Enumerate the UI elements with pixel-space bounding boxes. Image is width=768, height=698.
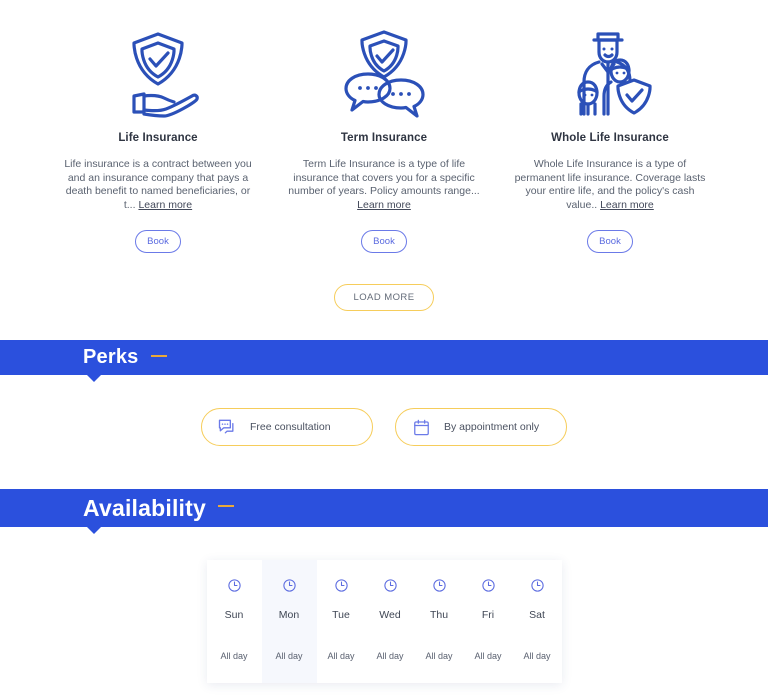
availability-day-sat[interactable]: Sat All day — [512, 560, 562, 683]
availability-hours: All day — [523, 651, 551, 661]
availability-day-label: Wed — [379, 609, 401, 621]
availability-banner: Availability — [0, 489, 768, 534]
availability-hours: All day — [327, 651, 355, 661]
clock-icon — [227, 578, 242, 598]
availability-heading: Availability — [83, 494, 206, 521]
service-card: Life Insurance Life insurance is a contr… — [60, 22, 256, 253]
availability-container: Sun All day Mon All day Tue All day Wed … — [0, 527, 768, 683]
calendar-icon — [411, 417, 431, 437]
service-description: Life insurance is a contract between you… — [60, 158, 256, 212]
availability-hours: All day — [220, 651, 248, 661]
clock-icon — [432, 578, 447, 598]
clock-icon — [282, 578, 297, 598]
perks-list: Free consultation By appointment only — [0, 375, 768, 446]
shield-hand-icon — [112, 22, 204, 122]
availability-day-wed[interactable]: Wed All day — [365, 560, 415, 683]
service-description: Term Life Insurance is a type of life in… — [286, 158, 482, 212]
heading-dash-icon — [150, 354, 167, 357]
load-more-button[interactable]: LOAD MORE — [334, 284, 434, 311]
heading-dash-icon — [217, 505, 234, 507]
availability-day-sun[interactable]: Sun All day — [206, 560, 262, 683]
services-list: Life Insurance Life insurance is a contr… — [0, 0, 768, 253]
availability-hours: All day — [425, 651, 453, 661]
availability-day-mon[interactable]: Mon All day — [261, 560, 317, 683]
shield-chat-icon — [338, 22, 430, 122]
book-button[interactable]: Book — [587, 230, 633, 253]
perks-banner: Perks — [0, 340, 768, 382]
learn-more-link[interactable]: Learn more — [357, 199, 411, 213]
availability-day-label: Thu — [429, 609, 449, 621]
availability-table: Sun All day Mon All day Tue All day Wed … — [206, 560, 562, 683]
availability-day-label: Sun — [224, 609, 244, 621]
service-title: Term Insurance — [340, 132, 428, 144]
book-button[interactable]: Book — [135, 230, 181, 253]
perks-heading: Perks — [83, 346, 139, 368]
clock-icon — [530, 578, 545, 598]
availability-hours: All day — [275, 651, 303, 661]
availability-hours: All day — [376, 651, 404, 661]
clock-icon — [481, 578, 496, 598]
clock-icon — [334, 578, 349, 598]
perk-label: By appointment only — [444, 421, 540, 433]
perk-item-free-consultation[interactable]: Free consultation — [201, 408, 373, 446]
service-page: Life Insurance Life insurance is a contr… — [0, 0, 768, 698]
family-shield-icon — [564, 22, 656, 122]
perk-item-by-appointment-only[interactable]: By appointment only — [395, 408, 567, 446]
availability-day-fri[interactable]: Fri All day — [463, 560, 513, 683]
availability-day-label: Mon — [278, 609, 300, 621]
clock-icon — [383, 578, 398, 598]
availability-day-label: Tue — [332, 609, 350, 621]
load-more-container: LOAD MORE — [0, 284, 768, 311]
availability-day-tue[interactable]: Tue All day — [316, 560, 366, 683]
service-description: Whole Life Insurance is a type of perman… — [512, 158, 708, 212]
availability-hours: All day — [474, 651, 502, 661]
service-title: Whole Life Insurance — [551, 132, 669, 144]
chat-bubbles-icon — [217, 417, 237, 437]
service-card: Term Insurance Term Life Insurance is a … — [286, 22, 482, 253]
availability-day-label: Sat — [529, 609, 545, 621]
availability-day-thu[interactable]: Thu All day — [414, 560, 464, 683]
service-card: Whole Life Insurance Whole Life Insuranc… — [512, 22, 708, 253]
learn-more-link[interactable]: Learn more — [138, 199, 192, 213]
learn-more-link[interactable]: Learn more — [600, 199, 654, 213]
perk-label: Free consultation — [250, 421, 331, 433]
service-title: Life Insurance — [118, 132, 198, 144]
availability-day-label: Fri — [481, 609, 495, 621]
service-description-text: Term Life Insurance is a type of life in… — [288, 158, 480, 197]
book-button[interactable]: Book — [361, 230, 407, 253]
